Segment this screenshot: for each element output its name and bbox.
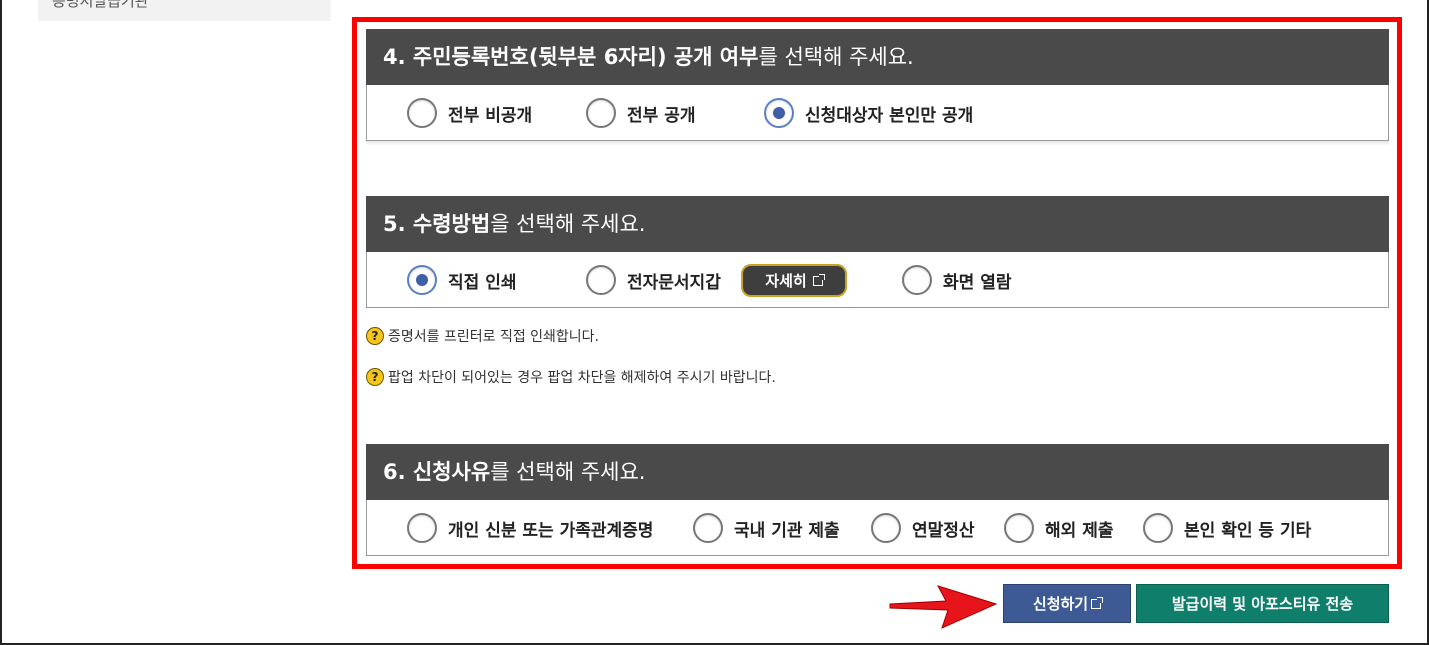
radio-circle[interactable] [586, 265, 616, 295]
left-menu-item[interactable]: 증명서발급기관 [38, 0, 331, 21]
section-4-header: 4. 주민등록번호(뒷부분 6자리) 공개 여부를 선택해 주세요. [366, 29, 1389, 85]
radio-label: 본인 확인 등 기타 [1184, 520, 1312, 541]
radio-circle-checked[interactable] [407, 265, 437, 295]
radio-overseas[interactable]: 해외 제출 [1004, 500, 1113, 556]
radio-circle[interactable] [407, 98, 437, 128]
external-link-icon [812, 273, 825, 286]
section-5-title-bold: 5. 수령방법 [383, 212, 491, 236]
section-6-options: 개인 신분 또는 가족관계증명 국내 기관 제출 연말정산 해외 제출 본인 확… [366, 500, 1389, 556]
send-apostille-button[interactable]: 발급이력 및 아포스티유 전송 [1136, 584, 1389, 623]
section-divider [366, 141, 1389, 146]
radio-circle[interactable] [1143, 513, 1173, 543]
note-text: 증명서를 프린터로 직접 인쇄합니다. [388, 329, 599, 345]
detail-button-label: 자세히 [765, 272, 807, 290]
radio-label: 개인 신분 또는 가족관계증명 [448, 520, 654, 541]
section-6-title-bold: 6. 신청사유 [383, 460, 491, 484]
radio-label: 화면 열람 [943, 272, 1012, 293]
radio-year-end-tax[interactable]: 연말정산 [871, 500, 975, 556]
radio-all-public[interactable]: 전부 공개 [586, 85, 695, 141]
note-text: 팝업 차단이 되어있는 경우 팝업 차단을 해제하여 주시기 바랍니다. [388, 370, 776, 386]
radio-label: 전부 공개 [627, 105, 696, 126]
section-5-title-rest: 을 선택해 주세요. [490, 212, 646, 236]
radio-circle[interactable] [902, 265, 932, 295]
radio-identity-other[interactable]: 본인 확인 등 기타 [1143, 500, 1311, 556]
section-4-options: 전부 비공개 전부 공개 신청대상자 본인만 공개 [366, 85, 1389, 141]
note-popup: ? 팝업 차단이 되어있는 경우 팝업 차단을 해제하여 주시기 바랍니다. [366, 367, 776, 387]
radio-e-wallet[interactable]: 전자문서지갑 [586, 252, 721, 308]
radio-circle[interactable] [407, 513, 437, 543]
external-link-icon [1091, 596, 1104, 609]
radio-all-private[interactable]: 전부 비공개 [407, 85, 532, 141]
radio-self-only-public[interactable]: 신청대상자 본인만 공개 [764, 85, 973, 141]
radio-circle[interactable] [1004, 513, 1034, 543]
radio-circle[interactable] [871, 513, 901, 543]
radio-screen-view[interactable]: 화면 열람 [902, 252, 1011, 308]
send-button-label: 발급이력 및 아포스티유 전송 [1171, 595, 1354, 613]
radio-label: 직접 인쇄 [448, 272, 517, 293]
radio-domestic-agency[interactable]: 국내 기관 제출 [693, 500, 840, 556]
apply-button-label: 신청하기 [1032, 595, 1089, 613]
radio-circle[interactable] [586, 98, 616, 128]
radio-label: 연말정산 [912, 520, 975, 541]
radio-direct-print[interactable]: 직접 인쇄 [407, 252, 516, 308]
section-4-title-bold: 4. 주민등록번호(뒷부분 6자리) 공개 여부 [383, 45, 759, 69]
radio-circle[interactable] [693, 513, 723, 543]
section-4-title-rest: 를 선택해 주세요. [758, 45, 914, 69]
radio-label: 신청대상자 본인만 공개 [805, 105, 974, 126]
section-5-options: 직접 인쇄 전자문서지갑 화면 열람 [366, 252, 1389, 308]
arrow-right-icon [889, 585, 998, 629]
radio-family-relation[interactable]: 개인 신분 또는 가족관계증명 [407, 500, 653, 556]
left-menu-item-label: 증명서발급기관 [52, 0, 149, 10]
section-6-header: 6. 신청사유를 선택해 주세요. [366, 444, 1389, 500]
section-5-header: 5. 수령방법을 선택해 주세요. [366, 196, 1389, 252]
radio-label: 전자문서지갑 [627, 272, 721, 293]
radio-label: 전부 비공개 [448, 105, 533, 126]
section-6-title-rest: 를 선택해 주세요. [490, 460, 646, 484]
question-icon: ? [366, 368, 384, 386]
apply-button[interactable]: 신청하기 [1003, 584, 1131, 623]
note-print: ? 증명서를 프린터로 직접 인쇄합니다. [366, 326, 599, 346]
question-icon: ? [366, 327, 384, 345]
radio-circle-checked[interactable] [764, 98, 794, 128]
detail-button[interactable]: 자세히 [741, 264, 847, 297]
radio-label: 국내 기관 제출 [734, 520, 840, 541]
radio-label: 해외 제출 [1045, 520, 1114, 541]
